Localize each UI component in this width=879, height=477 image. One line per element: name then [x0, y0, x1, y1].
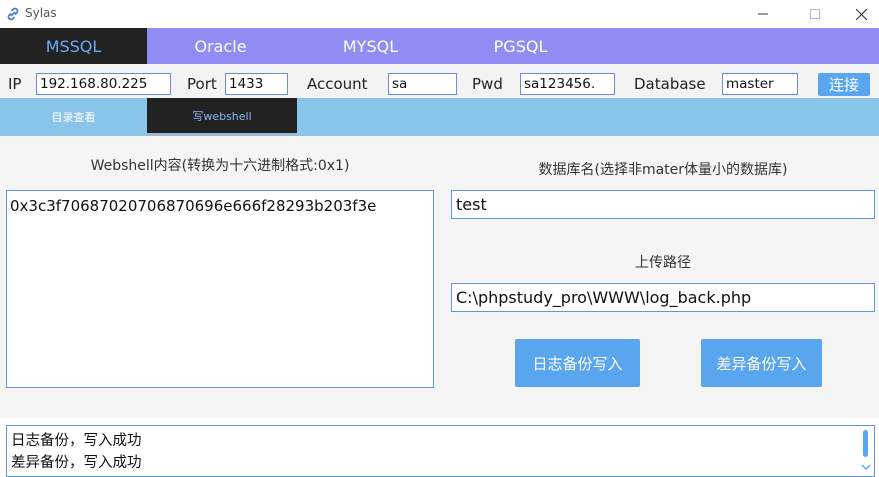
tab-pgsql[interactable]: PGSQL	[447, 28, 594, 64]
tab-directory-view[interactable]: 目录查看	[0, 98, 147, 136]
connection-bar: IP 192.168.80.225 Port 1433 Account sa P…	[0, 64, 879, 98]
log-output[interactable]: 日志备份，写入成功 差异备份，写入成功	[6, 425, 875, 477]
upload-path-label: 上传路径	[635, 255, 691, 271]
port-label: Port	[187, 75, 217, 93]
password-input[interactable]: sa123456.	[520, 73, 615, 95]
upload-path-input[interactable]: C:\phpstudy_pro\WWW\log_back.php	[451, 283, 875, 312]
chevron-down-icon[interactable]	[859, 460, 873, 474]
connect-button[interactable]: 连接	[818, 73, 870, 96]
close-button[interactable]	[838, 0, 879, 28]
database-input[interactable]: master	[722, 73, 798, 95]
minimize-button[interactable]	[740, 0, 786, 28]
maximize-icon	[810, 9, 820, 19]
ip-label: IP	[8, 75, 22, 93]
maximize-button[interactable]	[792, 0, 838, 28]
scrollbar-thumb[interactable]	[863, 430, 868, 457]
diff-backup-write-button[interactable]: 差异备份写入	[701, 339, 822, 387]
database-name-label: 数据库名(选择非mater体量小的数据库)	[538, 162, 788, 178]
tab-mssql[interactable]: MSSQL	[0, 28, 147, 64]
tab-write-webshell[interactable]: 写webshell	[147, 98, 297, 136]
port-input[interactable]: 1433	[225, 73, 288, 95]
log-backup-write-button[interactable]: 日志备份写入	[515, 339, 640, 387]
tab-oracle[interactable]: Oracle	[147, 28, 294, 64]
link-icon	[5, 6, 21, 22]
ip-input[interactable]: 192.168.80.225	[36, 73, 171, 95]
close-icon	[855, 8, 867, 20]
log-line: 日志备份，写入成功	[11, 433, 142, 449]
minimize-icon	[758, 13, 768, 15]
database-label: Database	[634, 75, 706, 93]
account-label: Account	[307, 75, 368, 93]
pwd-label: Pwd	[472, 75, 503, 93]
database-name-input[interactable]: test	[451, 190, 875, 219]
database-type-tabs: MSSQL Oracle MYSQL PGSQL	[0, 28, 879, 64]
window-title: Sylas	[25, 6, 57, 20]
tab-mysql[interactable]: MYSQL	[297, 28, 444, 64]
account-input[interactable]: sa	[388, 73, 457, 95]
function-tabs: 目录查看 写webshell	[0, 98, 879, 136]
webshell-content-label: Webshell内容(转换为十六进制格式:0x1)	[90, 158, 350, 174]
log-line: 差异备份，写入成功	[11, 455, 142, 471]
webshell-content-textarea[interactable]: 0x3c3f70687020706870696e666f28293b203f3e	[6, 190, 434, 388]
